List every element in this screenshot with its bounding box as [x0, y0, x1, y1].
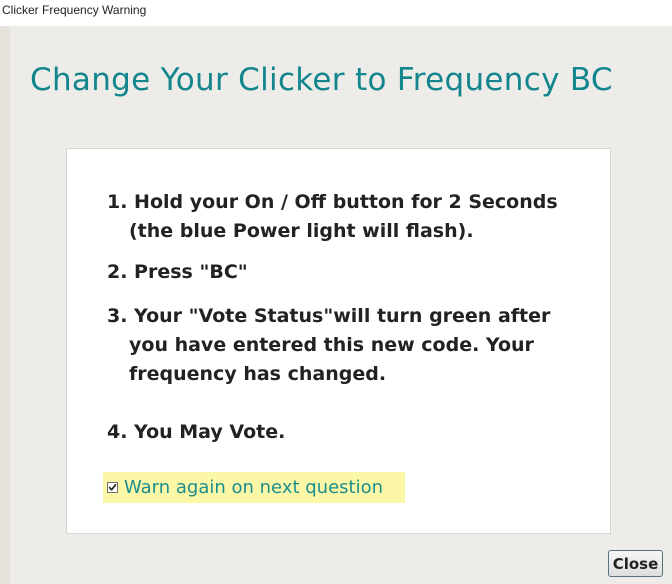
step-2-line-1: 2. Press "BC" [107, 261, 248, 283]
step-4-line-1: 4. You May Vote. [107, 421, 286, 443]
step-2: 2. Press "BC" [107, 258, 248, 287]
checkmark-icon [108, 484, 117, 491]
step-1: 1. Hold your On / Off button for 2 Secon… [107, 188, 558, 246]
dialog-heading: Change Your Clicker to Frequency BC [30, 62, 613, 98]
step-3: 3. Your "Vote Status"will turn green aft… [107, 302, 550, 389]
step-3-line-2: you have entered this new code. Your [129, 334, 534, 356]
step-1-line-2: (the blue Power light will flash). [129, 220, 474, 242]
close-button[interactable]: Close [608, 550, 663, 577]
warn-again-label[interactable]: Warn again on next question [124, 477, 383, 498]
step-3-line-1: 3. Your "Vote Status"will turn green aft… [107, 305, 551, 327]
step-3-line-3: frequency has changed. [129, 363, 387, 385]
step-1-line-1: 1. Hold your On / Off button for 2 Secon… [107, 191, 558, 213]
step-4: 4. You May Vote. [107, 418, 285, 447]
warn-again-checkbox[interactable] [107, 482, 118, 493]
instructions-panel: 1. Hold your On / Off button for 2 Secon… [66, 148, 611, 534]
warn-again-checkbox-row[interactable]: Warn again on next question [103, 472, 405, 503]
window-titlebar[interactable]: Clicker Frequency Warning [0, 0, 672, 26]
window-title: Clicker Frequency Warning [2, 3, 147, 17]
